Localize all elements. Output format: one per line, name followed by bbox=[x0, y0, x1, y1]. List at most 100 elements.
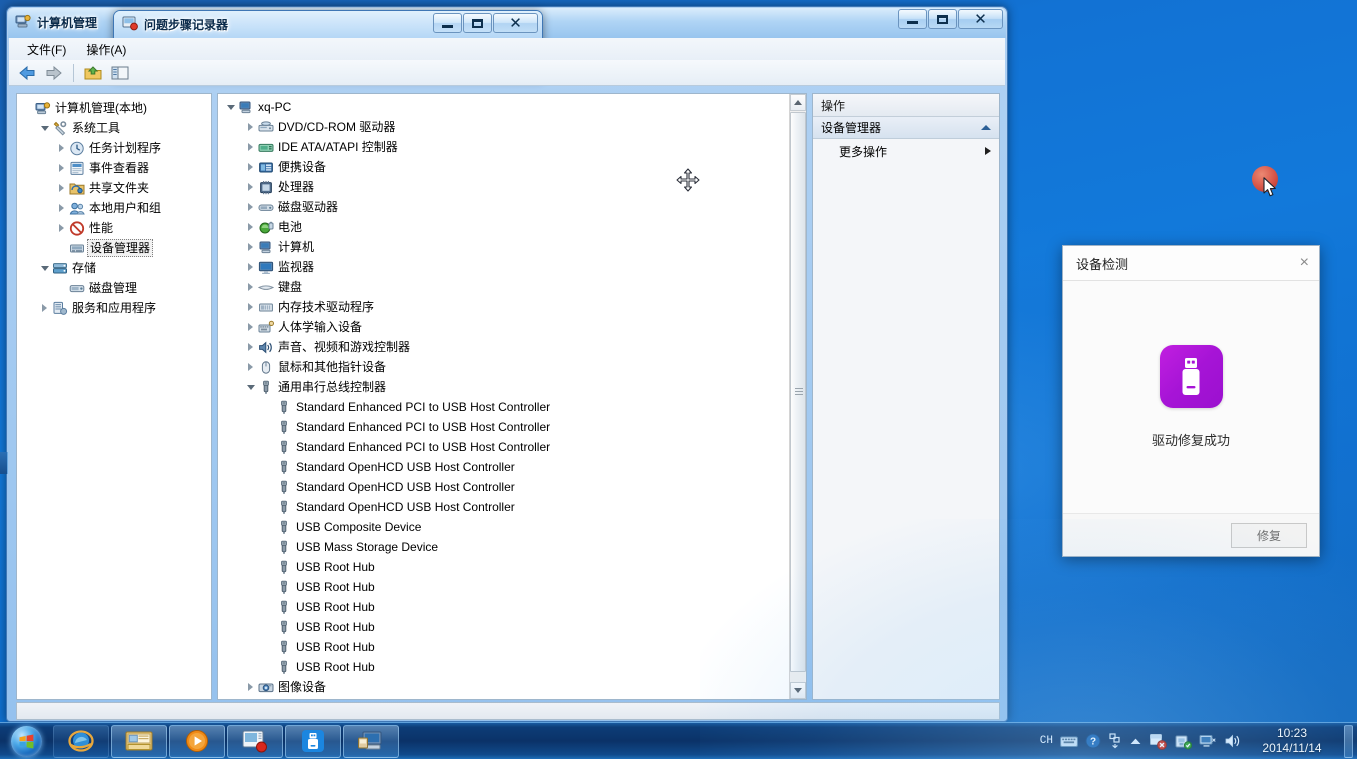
device-category-row[interactable]: 便携设备 bbox=[218, 157, 806, 177]
console-tree-item[interactable]: 本地用户和组 bbox=[17, 198, 211, 218]
console-tree-item[interactable]: 性能 bbox=[17, 218, 211, 238]
device-row[interactable]: USB Root Hub bbox=[218, 617, 806, 637]
device-category-row[interactable]: 人体学输入设备 bbox=[218, 317, 806, 337]
action-more-actions[interactable]: 更多操作 bbox=[813, 139, 999, 163]
chevron-collapsed-icon[interactable] bbox=[244, 157, 257, 177]
chevron-collapsed-icon[interactable] bbox=[244, 217, 257, 237]
volume-icon[interactable] bbox=[1224, 733, 1242, 749]
device-tree-root[interactable]: xq-PC bbox=[218, 97, 806, 117]
device-category-row[interactable]: 电池 bbox=[218, 217, 806, 237]
console-tree-item[interactable]: 磁盘管理 bbox=[17, 278, 211, 298]
chevron-collapsed-icon[interactable] bbox=[244, 237, 257, 257]
console-tree-item[interactable]: 服务和应用程序 bbox=[17, 298, 211, 318]
device-category-row[interactable]: 声音、视频和游戏控制器 bbox=[218, 337, 806, 357]
chevron-collapsed-icon[interactable] bbox=[244, 257, 257, 277]
taskbar-item-usb-driver-tool[interactable] bbox=[285, 724, 341, 758]
console-tree-item[interactable]: 事件查看器 bbox=[17, 158, 211, 178]
show-hide-console-tree-icon[interactable] bbox=[108, 62, 132, 84]
chevron-collapsed-icon[interactable] bbox=[244, 297, 257, 317]
chevron-collapsed-icon[interactable] bbox=[55, 198, 68, 218]
actions-pane[interactable]: 操作 设备管理器 更多操作 bbox=[812, 93, 1000, 700]
help-icon[interactable]: ? bbox=[1085, 733, 1101, 749]
console-tree-item[interactable]: 设备管理器 bbox=[17, 238, 211, 258]
close-button[interactable]: ✕ bbox=[958, 9, 1003, 29]
keyboard-icon[interactable] bbox=[1060, 735, 1078, 748]
device-row[interactable]: USB Root Hub bbox=[218, 597, 806, 617]
menu-file[interactable]: 文件(F) bbox=[17, 39, 76, 60]
chevron-collapsed-icon[interactable] bbox=[244, 137, 257, 157]
device-category-row[interactable]: 计算机 bbox=[218, 237, 806, 257]
console-tree-item[interactable]: 系统工具 bbox=[17, 118, 211, 138]
device-row[interactable]: Standard Enhanced PCI to USB Host Contro… bbox=[218, 417, 806, 437]
chevron-collapsed-icon[interactable] bbox=[55, 178, 68, 198]
device-category-row[interactable]: 键盘 bbox=[218, 277, 806, 297]
psr-close-button[interactable]: ✕ bbox=[493, 13, 538, 33]
close-icon[interactable]: × bbox=[1300, 255, 1309, 271]
device-row[interactable]: USB Root Hub bbox=[218, 557, 806, 577]
chevron-expanded-icon[interactable] bbox=[38, 118, 51, 138]
chevron-expanded-icon[interactable] bbox=[38, 258, 51, 278]
taskbar-item-windows-media-player[interactable] bbox=[169, 724, 225, 758]
device-row[interactable]: Standard Enhanced PCI to USB Host Contro… bbox=[218, 437, 806, 457]
console-tree-pane[interactable]: 计算机管理(本地) 系统工具 任务计划程序 事件查看器 共享文件夹 本地用户和组 性能 设备管… bbox=[16, 93, 212, 700]
psr-minimize-button[interactable] bbox=[433, 13, 462, 33]
chevron-collapsed-icon[interactable] bbox=[55, 218, 68, 238]
device-row[interactable]: Standard Enhanced PCI to USB Host Contro… bbox=[218, 397, 806, 417]
device-row[interactable]: USB Composite Device bbox=[218, 517, 806, 537]
device-category-row[interactable]: 监视器 bbox=[218, 257, 806, 277]
scroll-down-button[interactable] bbox=[790, 682, 806, 699]
up-folder-icon[interactable] bbox=[81, 62, 105, 84]
device-row[interactable]: Standard OpenHCD USB Host Controller bbox=[218, 477, 806, 497]
network-icon[interactable] bbox=[1199, 733, 1217, 749]
taskbar-item-internet-explorer[interactable] bbox=[53, 724, 109, 758]
chevron-up-icon[interactable] bbox=[981, 125, 991, 130]
show-hidden-icon[interactable] bbox=[1129, 737, 1142, 746]
minimize-button[interactable] bbox=[898, 9, 927, 29]
clock[interactable]: 10:23 2014/11/14 bbox=[1253, 726, 1331, 756]
safely-remove-icon[interactable] bbox=[1174, 733, 1192, 750]
menu-action[interactable]: 操作(A) bbox=[76, 39, 136, 60]
device-category-row[interactable]: 处理器 bbox=[218, 177, 806, 197]
device-category-row[interactable]: 内存技术驱动程序 bbox=[218, 297, 806, 317]
device-tree-pane[interactable]: xq-PC DVD/CD-ROM 驱动器 IDE ATA/ATAPI 控制器 便携设备… bbox=[217, 93, 807, 700]
repair-button[interactable]: 修复 bbox=[1231, 522, 1307, 548]
device-category-row[interactable]: 鼠标和其他指针设备 bbox=[218, 357, 806, 377]
device-category-row[interactable]: 磁盘驱动器 bbox=[218, 197, 806, 217]
device-row[interactable]: USB Root Hub bbox=[218, 577, 806, 597]
device-category-row[interactable]: IDE ATA/ATAPI 控制器 bbox=[218, 137, 806, 157]
scroll-up-button[interactable] bbox=[790, 94, 806, 111]
console-tree-item[interactable]: 计算机管理(本地) bbox=[17, 98, 211, 118]
console-tree-item[interactable]: 任务计划程序 bbox=[17, 138, 211, 158]
flag-error-icon[interactable] bbox=[1149, 733, 1167, 750]
network-overflow-icon[interactable] bbox=[1108, 733, 1122, 749]
start-button[interactable] bbox=[0, 723, 52, 759]
show-desktop-button[interactable] bbox=[1344, 724, 1353, 758]
scrollbar-thumb[interactable] bbox=[790, 112, 806, 672]
chevron-collapsed-icon[interactable] bbox=[55, 158, 68, 178]
chevron-collapsed-icon[interactable] bbox=[38, 298, 51, 318]
chevron-expanded-icon[interactable] bbox=[224, 97, 237, 117]
chevron-collapsed-icon[interactable] bbox=[244, 197, 257, 217]
device-row[interactable]: USB Mass Storage Device bbox=[218, 537, 806, 557]
console-tree-item[interactable]: 共享文件夹 bbox=[17, 178, 211, 198]
forward-arrow-icon[interactable] bbox=[42, 62, 66, 84]
chevron-collapsed-icon[interactable] bbox=[244, 277, 257, 297]
chevron-collapsed-icon[interactable] bbox=[244, 357, 257, 377]
device-category-row[interactable]: 通用串行总线控制器 bbox=[218, 377, 806, 397]
console-tree-item[interactable]: 存储 bbox=[17, 258, 211, 278]
chevron-collapsed-icon[interactable] bbox=[244, 677, 257, 697]
device-category-row[interactable]: 图像设备 bbox=[218, 677, 806, 697]
device-category-row[interactable]: DVD/CD-ROM 驱动器 bbox=[218, 117, 806, 137]
maximize-button[interactable] bbox=[928, 9, 957, 29]
psr-maximize-button[interactable] bbox=[463, 13, 492, 33]
device-tree-scrollbar[interactable] bbox=[789, 94, 806, 699]
chevron-collapsed-icon[interactable] bbox=[244, 337, 257, 357]
taskbar-item-problem-steps-recorder[interactable] bbox=[227, 724, 283, 758]
chevron-collapsed-icon[interactable] bbox=[55, 138, 68, 158]
device-row[interactable]: Standard OpenHCD USB Host Controller bbox=[218, 457, 806, 477]
device-row[interactable]: Standard OpenHCD USB Host Controller bbox=[218, 497, 806, 517]
device-row[interactable]: USB Root Hub bbox=[218, 657, 806, 677]
chevron-expanded-icon[interactable] bbox=[244, 377, 257, 397]
input-indicator[interactable]: CH bbox=[1040, 735, 1053, 747]
actions-group-device-manager[interactable]: 设备管理器 bbox=[813, 117, 999, 139]
